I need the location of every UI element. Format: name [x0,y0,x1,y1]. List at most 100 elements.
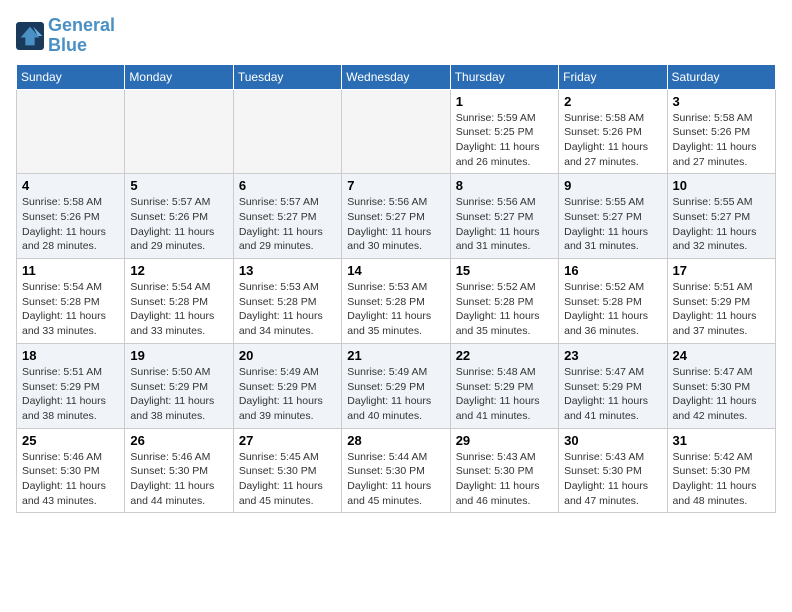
calendar-day-cell: 4 Sunrise: 5:58 AM Sunset: 5:26 PM Daylig… [17,174,125,259]
calendar-day-cell: 27 Sunrise: 5:45 AM Sunset: 5:30 PM Dayli… [233,428,341,513]
weekday-header: Thursday [450,64,558,89]
logo-icon [16,22,44,50]
day-number: 15 [456,263,553,278]
day-info: Sunrise: 5:49 AM Sunset: 5:29 PM Dayligh… [347,365,444,424]
day-number: 8 [456,178,553,193]
day-info: Sunrise: 5:57 AM Sunset: 5:27 PM Dayligh… [239,195,336,254]
calendar-day-cell: 25 Sunrise: 5:46 AM Sunset: 5:30 PM Dayli… [17,428,125,513]
calendar-day-cell: 24Sunrise: 5:47 AM Sunset: 5:30 PM Dayli… [667,343,775,428]
logo-text: General Blue [48,16,115,56]
weekday-header: Saturday [667,64,775,89]
calendar-day-cell: 2 Sunrise: 5:58 AM Sunset: 5:26 PM Daylig… [559,89,667,174]
calendar-day-cell: 23 Sunrise: 5:47 AM Sunset: 5:29 PM Dayli… [559,343,667,428]
day-number: 5 [130,178,227,193]
day-info: Sunrise: 5:54 AM Sunset: 5:28 PM Dayligh… [22,280,119,339]
day-info: Sunrise: 5:53 AM Sunset: 5:28 PM Dayligh… [347,280,444,339]
calendar-day-cell: 5Sunrise: 5:57 AM Sunset: 5:26 PM Daylig… [125,174,233,259]
calendar-day-cell: 14 Sunrise: 5:53 AM Sunset: 5:28 PM Dayli… [342,259,450,344]
day-info: Sunrise: 5:55 AM Sunset: 5:27 PM Dayligh… [673,195,770,254]
calendar-day-cell: 18Sunrise: 5:51 AM Sunset: 5:29 PM Dayli… [17,343,125,428]
calendar-day-cell: 30 Sunrise: 5:43 AM Sunset: 5:30 PM Dayli… [559,428,667,513]
day-number: 19 [130,348,227,363]
calendar-day-cell: 28 Sunrise: 5:44 AM Sunset: 5:30 PM Dayli… [342,428,450,513]
day-info: Sunrise: 5:56 AM Sunset: 5:27 PM Dayligh… [456,195,553,254]
calendar-day-cell [233,89,341,174]
calendar-day-cell: 19 Sunrise: 5:50 AM Sunset: 5:29 PM Dayli… [125,343,233,428]
day-info: Sunrise: 5:56 AM Sunset: 5:27 PM Dayligh… [347,195,444,254]
calendar-header-row: SundayMondayTuesdayWednesdayThursdayFrid… [17,64,776,89]
page-header: General Blue [16,16,776,56]
day-info: Sunrise: 5:46 AM Sunset: 5:30 PM Dayligh… [130,450,227,509]
day-info: Sunrise: 5:58 AM Sunset: 5:26 PM Dayligh… [564,111,661,170]
day-info: Sunrise: 5:48 AM Sunset: 5:29 PM Dayligh… [456,365,553,424]
day-number: 24 [673,348,770,363]
day-info: Sunrise: 5:52 AM Sunset: 5:28 PM Dayligh… [564,280,661,339]
day-number: 12 [130,263,227,278]
day-info: Sunrise: 5:55 AM Sunset: 5:27 PM Dayligh… [564,195,661,254]
day-number: 27 [239,433,336,448]
day-number: 10 [673,178,770,193]
day-number: 21 [347,348,444,363]
calendar-week-row: 11 Sunrise: 5:54 AM Sunset: 5:28 PM Dayli… [17,259,776,344]
calendar-day-cell: 9 Sunrise: 5:55 AM Sunset: 5:27 PM Daylig… [559,174,667,259]
day-number: 23 [564,348,661,363]
calendar-day-cell: 7 Sunrise: 5:56 AM Sunset: 5:27 PM Daylig… [342,174,450,259]
day-info: Sunrise: 5:59 AM Sunset: 5:25 PM Dayligh… [456,111,553,170]
day-number: 22 [456,348,553,363]
day-number: 25 [22,433,119,448]
day-info: Sunrise: 5:44 AM Sunset: 5:30 PM Dayligh… [347,450,444,509]
day-info: Sunrise: 5:47 AM Sunset: 5:29 PM Dayligh… [564,365,661,424]
weekday-header: Tuesday [233,64,341,89]
day-info: Sunrise: 5:46 AM Sunset: 5:30 PM Dayligh… [22,450,119,509]
day-number: 28 [347,433,444,448]
weekday-header: Monday [125,64,233,89]
day-number: 16 [564,263,661,278]
day-info: Sunrise: 5:50 AM Sunset: 5:29 PM Dayligh… [130,365,227,424]
calendar-week-row: 4 Sunrise: 5:58 AM Sunset: 5:26 PM Daylig… [17,174,776,259]
day-info: Sunrise: 5:58 AM Sunset: 5:26 PM Dayligh… [22,195,119,254]
calendar-day-cell: 11 Sunrise: 5:54 AM Sunset: 5:28 PM Dayli… [17,259,125,344]
weekday-header: Sunday [17,64,125,89]
calendar-day-cell: 31Sunrise: 5:42 AM Sunset: 5:30 PM Dayli… [667,428,775,513]
day-number: 11 [22,263,119,278]
day-number: 4 [22,178,119,193]
calendar-week-row: 18Sunrise: 5:51 AM Sunset: 5:29 PM Dayli… [17,343,776,428]
weekday-header: Friday [559,64,667,89]
day-info: Sunrise: 5:58 AM Sunset: 5:26 PM Dayligh… [673,111,770,170]
calendar-day-cell: 8 Sunrise: 5:56 AM Sunset: 5:27 PM Daylig… [450,174,558,259]
day-info: Sunrise: 5:51 AM Sunset: 5:29 PM Dayligh… [673,280,770,339]
calendar-day-cell [17,89,125,174]
calendar-day-cell: 13 Sunrise: 5:53 AM Sunset: 5:28 PM Dayli… [233,259,341,344]
calendar-week-row: 25 Sunrise: 5:46 AM Sunset: 5:30 PM Dayli… [17,428,776,513]
logo: General Blue [16,16,115,56]
calendar-day-cell: 29 Sunrise: 5:43 AM Sunset: 5:30 PM Dayli… [450,428,558,513]
day-number: 1 [456,94,553,109]
day-number: 29 [456,433,553,448]
day-number: 30 [564,433,661,448]
day-info: Sunrise: 5:45 AM Sunset: 5:30 PM Dayligh… [239,450,336,509]
day-number: 9 [564,178,661,193]
day-info: Sunrise: 5:53 AM Sunset: 5:28 PM Dayligh… [239,280,336,339]
day-number: 7 [347,178,444,193]
calendar-day-cell: 22 Sunrise: 5:48 AM Sunset: 5:29 PM Dayli… [450,343,558,428]
day-info: Sunrise: 5:54 AM Sunset: 5:28 PM Dayligh… [130,280,227,339]
day-number: 14 [347,263,444,278]
calendar-day-cell: 15Sunrise: 5:52 AM Sunset: 5:28 PM Dayli… [450,259,558,344]
day-number: 17 [673,263,770,278]
calendar-table: SundayMondayTuesdayWednesdayThursdayFrid… [16,64,776,514]
calendar-day-cell: 16 Sunrise: 5:52 AM Sunset: 5:28 PM Dayli… [559,259,667,344]
day-number: 2 [564,94,661,109]
day-info: Sunrise: 5:43 AM Sunset: 5:30 PM Dayligh… [564,450,661,509]
day-info: Sunrise: 5:49 AM Sunset: 5:29 PM Dayligh… [239,365,336,424]
calendar-day-cell [125,89,233,174]
day-info: Sunrise: 5:43 AM Sunset: 5:30 PM Dayligh… [456,450,553,509]
calendar-day-cell: 12 Sunrise: 5:54 AM Sunset: 5:28 PM Dayli… [125,259,233,344]
calendar-day-cell: 3Sunrise: 5:58 AM Sunset: 5:26 PM Daylig… [667,89,775,174]
calendar-day-cell: 1 Sunrise: 5:59 AM Sunset: 5:25 PM Daylig… [450,89,558,174]
day-number: 13 [239,263,336,278]
day-number: 6 [239,178,336,193]
calendar-day-cell: 17 Sunrise: 5:51 AM Sunset: 5:29 PM Dayli… [667,259,775,344]
day-number: 18 [22,348,119,363]
calendar-day-cell: 20Sunrise: 5:49 AM Sunset: 5:29 PM Dayli… [233,343,341,428]
weekday-header: Wednesday [342,64,450,89]
